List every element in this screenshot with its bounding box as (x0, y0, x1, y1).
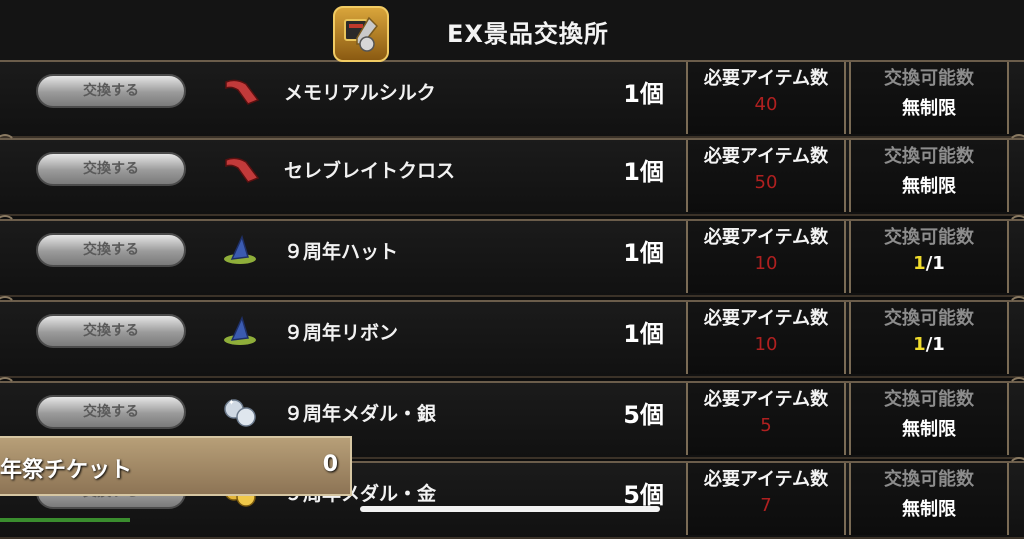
silk-cloth-icon (222, 154, 260, 184)
available-count-label: 交換可能数 (884, 68, 974, 89)
required-items-cell: 必要アイテム数 10 (686, 221, 846, 293)
required-items-value: 10 (754, 334, 778, 355)
frame-ornament (0, 296, 16, 318)
available-current: 1 (913, 334, 926, 355)
available-max: /1 (925, 334, 945, 355)
silk-cloth-icon (222, 76, 260, 106)
list-item: 交換する ９周年リボン 1個 必要アイテム数 10 交換可能数 1/1 (0, 296, 1024, 378)
required-items-label: 必要アイテム数 (703, 68, 829, 89)
required-items-label: 必要アイテム数 (703, 146, 829, 167)
exchange-button[interactable]: 交換する (36, 74, 186, 108)
available-current: 1 (913, 253, 926, 274)
available-count-label: 交換可能数 (884, 146, 974, 167)
frame-ornament (1008, 134, 1024, 156)
required-items-value: 5 (760, 415, 772, 436)
required-items-label: 必要アイテム数 (703, 469, 829, 490)
available-count-cell: 交換可能数 無制限 (849, 62, 1009, 134)
required-items-value: 10 (754, 253, 778, 274)
available-count-label: 交換可能数 (884, 389, 974, 410)
item-quantity: 1個 (623, 239, 664, 267)
progress-indicator (0, 518, 130, 522)
required-items-cell: 必要アイテム数 40 (686, 62, 846, 134)
frame-ornament (0, 134, 16, 156)
available-count-cell: 交換可能数 1/1 (849, 221, 1009, 293)
list-item: 交換する ９周年ハット 1個 必要アイテム数 10 交換可能数 1/1 (0, 215, 1024, 297)
frame-ornament (0, 215, 16, 237)
ticket-count: 0 (322, 452, 338, 477)
available-count-value: 無制限 (902, 419, 956, 440)
available-count-label: 交換可能数 (884, 227, 974, 248)
svg-text:✦: ✦ (228, 398, 235, 407)
exchange-button[interactable]: 交換する (36, 395, 186, 429)
exchange-button[interactable]: 交換する (36, 314, 186, 348)
item-quantity: 1個 (623, 320, 664, 348)
available-count-label: 交換可能数 (884, 469, 974, 490)
item-quantity: 5個 (623, 401, 664, 429)
available-count-cell: 交換可能数 1/1 (849, 302, 1009, 374)
available-max: /1 (925, 253, 945, 274)
page-title: EX景品交換所 (447, 20, 609, 48)
item-name: ９周年ハット (284, 241, 399, 263)
frame-ornament (0, 377, 16, 399)
list-item: 交換する セレブレイトクロス 1個 必要アイテム数 50 交換可能数 無制限 (0, 134, 1024, 216)
shop-icon (333, 6, 389, 62)
frame-ornament (1008, 457, 1024, 479)
required-items-label: 必要アイテム数 (703, 308, 829, 329)
frame-ornament (1008, 377, 1024, 399)
item-quantity: 5個 (623, 481, 664, 509)
ticket-balance-panel: 年祭チケット 0 (0, 436, 352, 496)
item-name: セレブレイトクロス (284, 160, 456, 182)
required-items-cell: 必要アイテム数 7 (686, 463, 846, 535)
exchange-button[interactable]: 交換する (36, 233, 186, 267)
required-items-value: 50 (754, 172, 778, 193)
available-count-label: 交換可能数 (884, 308, 974, 329)
silver-medal-icon: ✦ (222, 397, 260, 427)
item-quantity: 1個 (623, 158, 664, 186)
available-count-value: 1/1 (851, 253, 1007, 274)
wizard-hat-icon (222, 234, 260, 265)
required-items-label: 必要アイテム数 (703, 227, 829, 248)
exchange-button[interactable]: 交換する (36, 152, 186, 186)
list-item: 交換する メモリアルシルク 1個 必要アイテム数 40 交換可能数 無制限 (0, 60, 1024, 138)
frame-ornament (1008, 215, 1024, 237)
required-items-label: 必要アイテム数 (703, 389, 829, 410)
ticket-name: 年祭チケット (0, 458, 133, 483)
item-name: ９周年リボン (284, 322, 399, 344)
required-items-cell: 必要アイテム数 5 (686, 383, 846, 455)
frame-ornament (1008, 296, 1024, 318)
available-count-cell: 交換可能数 無制限 (849, 383, 1009, 455)
available-count-value: 無制限 (902, 499, 956, 520)
required-items-value: 40 (754, 94, 778, 115)
required-items-value: 7 (760, 495, 772, 516)
available-count-value: 1/1 (851, 334, 1007, 355)
item-name: メモリアルシルク (284, 82, 436, 104)
available-count-value: 無制限 (902, 176, 956, 197)
wizard-hat-icon (222, 315, 260, 346)
home-indicator[interactable] (360, 506, 660, 512)
header-bar: EX景品交換所 (0, 0, 1024, 62)
available-count-cell: 交換可能数 無制限 (849, 463, 1009, 535)
available-count-cell: 交換可能数 無制限 (849, 140, 1009, 212)
required-items-cell: 必要アイテム数 50 (686, 140, 846, 212)
available-count-value: 無制限 (902, 98, 956, 119)
item-quantity: 1個 (623, 80, 664, 108)
required-items-cell: 必要アイテム数 10 (686, 302, 846, 374)
item-name: ９周年メダル・銀 (284, 403, 437, 425)
